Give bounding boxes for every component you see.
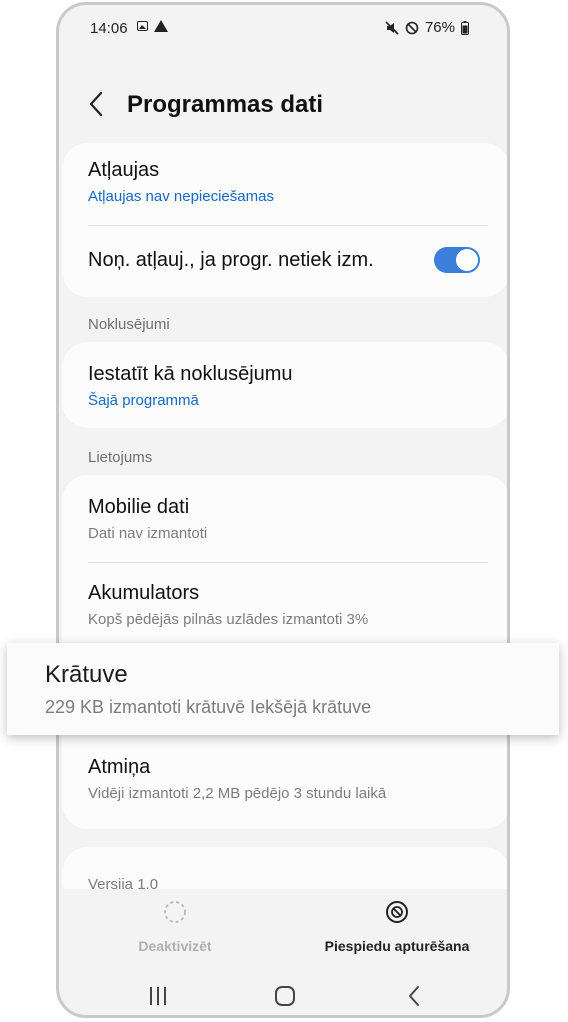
storage-sub: 229 KB izmantoti krātuvē Iekšējā krātuve <box>45 697 372 717</box>
force-stop-label: Piespiedu apturēšana <box>324 938 470 954</box>
mobile-data-row[interactable]: Mobilie dati Dati nav izmantoti <box>62 475 507 561</box>
force-stop-icon <box>386 901 408 923</box>
remove-permissions-row[interactable] <box>62 143 507 249</box>
battery-sub: Kopš pēdējās pilnās uzlādes izmantoti 3% <box>88 611 369 628</box>
mobile-data-sub: Dati nav izmantoti <box>88 525 208 542</box>
set-as-default-sub: Šajā programmā <box>88 392 199 409</box>
storage-row[interactable]: Krātuve 229 KB izmantoti krātuvē Iekšējā… <box>7 643 559 735</box>
do-not-disturb-icon <box>405 21 419 35</box>
divider <box>88 562 488 563</box>
deactivate-label: Deaktivizēt <box>138 938 212 954</box>
battery-title: Akumulators <box>88 582 200 604</box>
permissions-card: Atļaujas Atļaujas nav nepieciešamas Noņ.… <box>62 143 507 297</box>
recent-apps-icon[interactable] <box>143 983 173 1009</box>
mute-icon <box>385 20 399 35</box>
status-bar: 14:06 76% <box>59 5 507 51</box>
remove-permissions-label: Noņ. atļauj., ja progr. netiek izm. <box>88 249 374 271</box>
defaults-card: Iestatīt kā noklusējumu Šajā programmā <box>62 342 507 428</box>
phone-frame: 14:06 76% Programmas dati Atļaujas Atļau… <box>56 2 510 1018</box>
battery-icon <box>461 20 475 35</box>
memory-row[interactable]: Atmiņa Vidēji izmantoti 2,2 MB pēdējo 3 … <box>62 756 507 802</box>
section-label-usage: Lietojums <box>88 449 153 466</box>
memory-sub: Vidēji izmantoti 2,2 MB pēdējo 3 stundu … <box>88 785 387 802</box>
warning-icon <box>154 20 168 32</box>
mobile-data-title: Mobilie dati <box>88 496 190 518</box>
back-arrow-icon[interactable] <box>85 89 109 119</box>
deactivate-icon <box>164 901 186 923</box>
home-icon[interactable] <box>270 983 300 1009</box>
battery-row[interactable]: Akumulators Kopš pēdējās pilnās uzlādes … <box>62 582 507 628</box>
page-title: Programmas dati <box>127 91 324 118</box>
image-notification-icon <box>137 21 148 31</box>
app-header: Programmas dati <box>59 81 507 129</box>
system-nav-bar <box>59 977 507 1013</box>
status-time: 14:06 <box>90 20 128 37</box>
section-label-defaults: Noklusējumi <box>88 316 170 333</box>
battery-percent: 76% <box>424 19 455 36</box>
memory-title: Atmiņa <box>88 756 151 778</box>
set-as-default-title: Iestatīt kā noklusējumu <box>88 363 293 385</box>
storage-title: Krātuve <box>45 661 128 688</box>
remove-permissions-toggle[interactable] <box>434 247 480 273</box>
back-nav-icon[interactable] <box>399 983 429 1009</box>
force-stop-button[interactable]: Piespiedu apturēšana <box>297 899 497 954</box>
bottom-action-bar: Deaktivizēt Piespiedu apturēšana <box>59 889 507 969</box>
set-as-default-row[interactable]: Iestatīt kā noklusējumu Šajā programmā <box>62 342 507 428</box>
deactivate-button[interactable]: Deaktivizēt <box>75 899 275 954</box>
